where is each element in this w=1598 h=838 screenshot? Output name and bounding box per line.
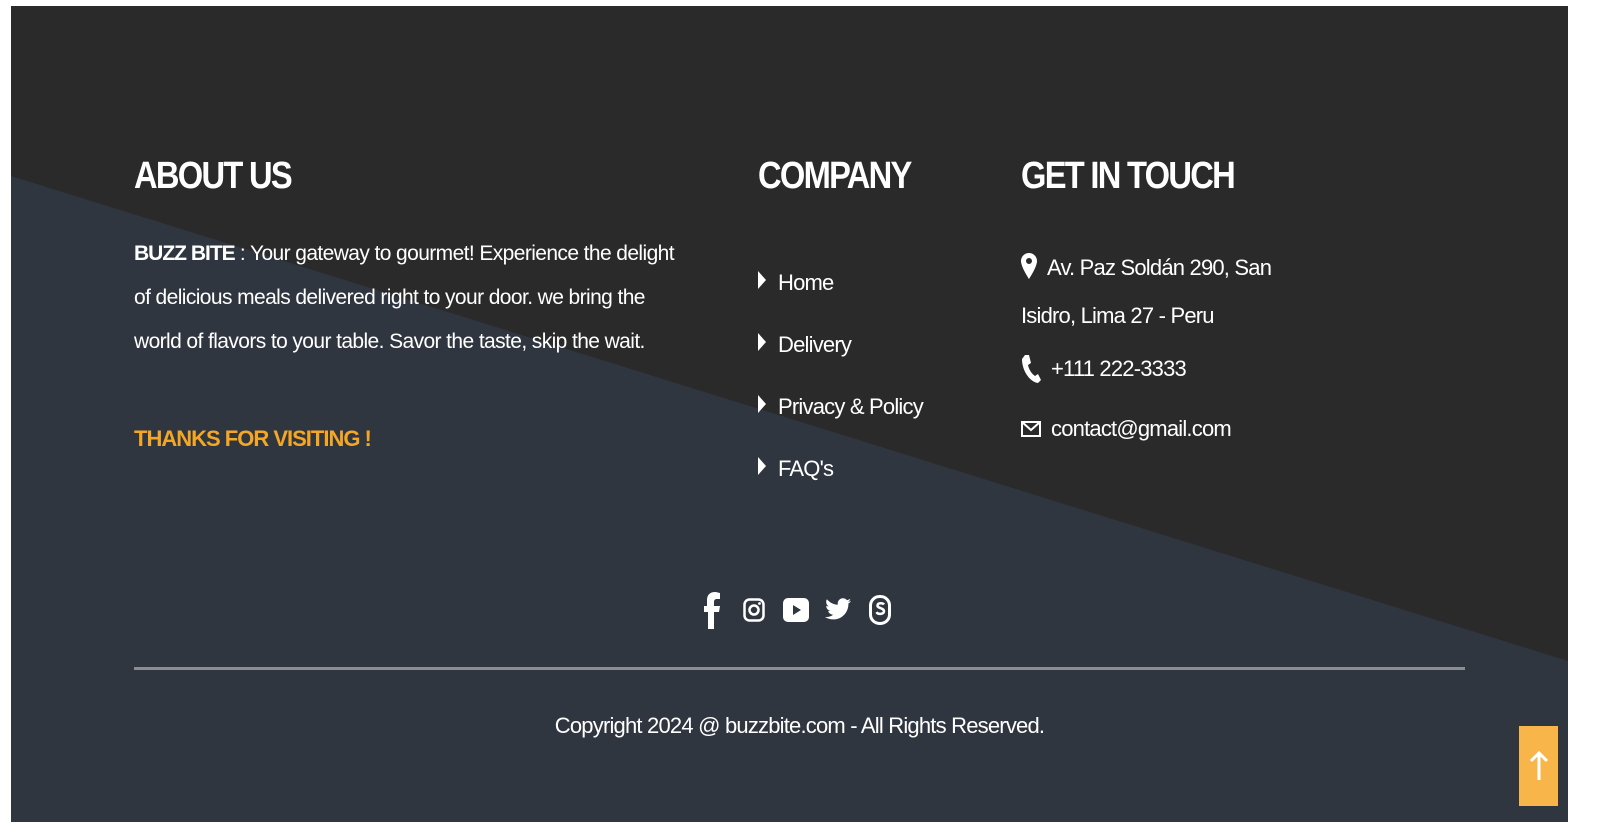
email-text: contact@gmail.com: [1051, 416, 1232, 441]
map-pin-icon: [1021, 250, 1037, 294]
phone-icon: [1021, 354, 1041, 384]
footer-link-label: FAQ's: [778, 456, 834, 481]
contact-address: Av. Paz Soldán 290, San Isidro, Lima 27 …: [1021, 246, 1311, 338]
footer-link-label: Home: [778, 270, 834, 295]
instagram-icon[interactable]: [739, 590, 769, 630]
contact-phone[interactable]: +111 222-3333: [1021, 354, 1187, 384]
caret-right-icon: [758, 457, 766, 475]
get-in-touch-heading: GET IN TOUCH: [1021, 155, 1236, 197]
arrow-up-icon: [1529, 750, 1548, 782]
phone-text: +111 222-3333: [1051, 356, 1187, 381]
site-footer: ABOUT US BUZZ BITE : Your gateway to gou…: [11, 6, 1568, 822]
about-us-heading: ABOUT US: [134, 155, 293, 197]
twitter-icon[interactable]: [823, 590, 853, 630]
footer-link-label: Privacy & Policy: [778, 394, 924, 419]
about-us-text: BUZZ BITE : Your gateway to gourmet! Exp…: [134, 232, 694, 364]
social-links: [697, 590, 895, 630]
brand-name: BUZZ BITE: [134, 242, 236, 265]
skype-icon[interactable]: [865, 590, 895, 630]
footer-link-faqs[interactable]: FAQ's: [758, 438, 923, 500]
youtube-icon[interactable]: [781, 590, 811, 630]
caret-right-icon: [758, 271, 766, 289]
footer-link-label: Delivery: [778, 332, 852, 357]
facebook-icon[interactable]: [697, 590, 727, 630]
footer-divider: [134, 667, 1465, 670]
copyright-text: Copyright 2024 @ buzzbite.com - All Righ…: [554, 713, 1045, 738]
envelope-icon: [1021, 419, 1041, 439]
company-heading: COMPANY: [758, 155, 912, 197]
caret-right-icon: [758, 333, 766, 351]
thanks-message: THANKS FOR VISITING !: [134, 426, 372, 451]
caret-right-icon: [758, 395, 766, 413]
address-text: Av. Paz Soldán 290, San Isidro, Lima 27 …: [1021, 255, 1272, 328]
footer-link-privacy-policy[interactable]: Privacy & Policy: [758, 376, 924, 438]
footer-link-delivery[interactable]: Delivery: [758, 314, 923, 376]
company-links: Home Delivery Privacy & Policy FAQ's: [758, 252, 924, 500]
back-to-top-button[interactable]: [1519, 726, 1558, 806]
contact-email[interactable]: contact@gmail.com: [1021, 416, 1232, 442]
footer-link-home[interactable]: Home: [758, 252, 923, 314]
